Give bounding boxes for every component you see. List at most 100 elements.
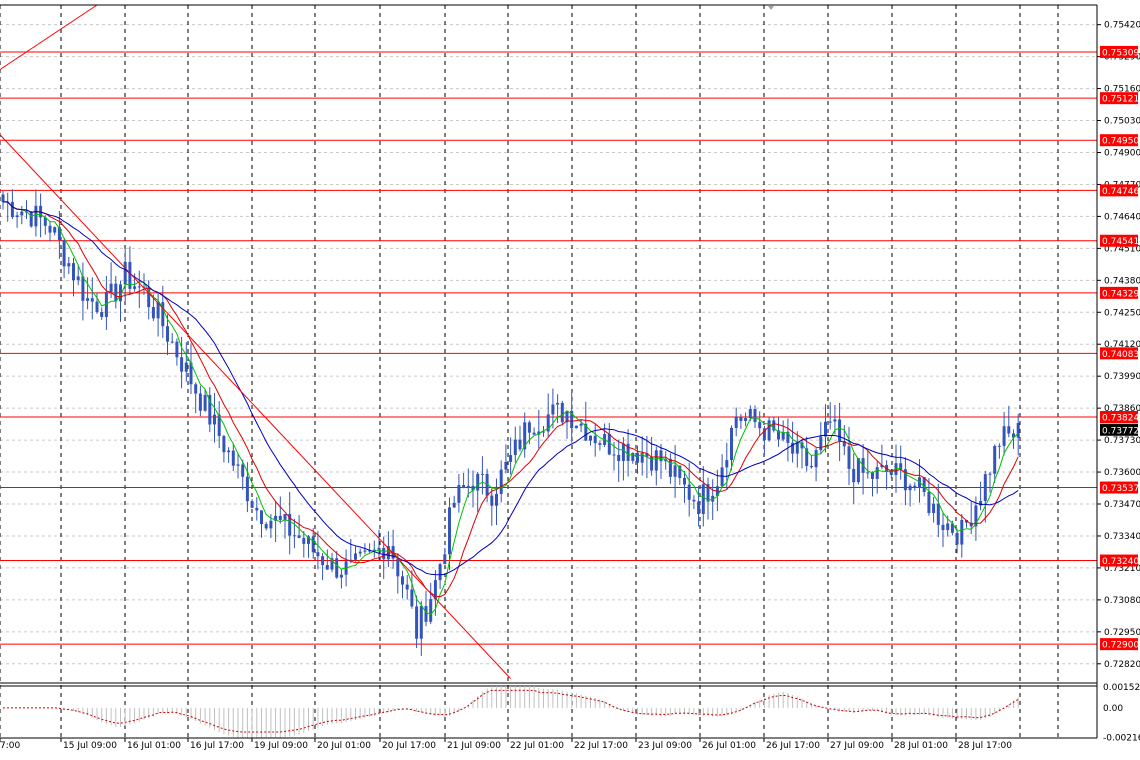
candle-body (960, 519, 964, 545)
time-tick-label: 28 Jul 17:00 (958, 741, 1012, 751)
candle-body (72, 263, 75, 281)
candle-body (269, 520, 273, 529)
price-tick-label: 0.73080 (1104, 596, 1140, 606)
chart-svg[interactable]: 0.754200.752900.751600.750300.749000.747… (0, 0, 1140, 756)
candle-body (551, 404, 555, 415)
candle-body (316, 552, 320, 557)
candle-body (617, 454, 621, 461)
candle-body (264, 524, 268, 529)
candle-body (871, 472, 874, 479)
candle-body (908, 485, 912, 491)
candle-body (598, 443, 602, 445)
candle-body (833, 419, 837, 422)
candle-body (448, 507, 451, 555)
candle-body (109, 283, 113, 292)
candle-body (15, 215, 19, 218)
candle-body (574, 425, 578, 429)
candle-body (499, 469, 503, 494)
candle-body (560, 402, 564, 423)
candle-body (636, 452, 639, 463)
time-tick-label: 28 Jul 01:00 (894, 741, 948, 751)
candle-body (556, 402, 560, 405)
chart-background (0, 0, 1140, 756)
candle-body (255, 507, 259, 511)
candle-body (621, 443, 625, 461)
candle-body (476, 473, 480, 491)
candle-body (133, 286, 137, 289)
candle-body (673, 465, 677, 477)
candle-body (730, 427, 733, 461)
osc-tick-label: 0.00 (1103, 704, 1123, 714)
level-badge-label: 0.74329 (1102, 289, 1139, 299)
candle-body (983, 474, 987, 502)
current-price-label: 0.73772 (1102, 426, 1139, 436)
time-tick-label: 20 Jul 01:00 (317, 741, 371, 751)
candle-body (490, 495, 494, 506)
candle-body (612, 454, 616, 456)
candle-body (438, 564, 442, 581)
candle-body (814, 450, 818, 468)
level-badge-label: 0.73537 (1102, 484, 1139, 494)
candle-body (734, 417, 738, 428)
candle-body (993, 445, 997, 474)
price-tick-label: 0.75030 (1104, 117, 1140, 127)
candle-body (90, 298, 94, 302)
candle-body (668, 458, 672, 477)
candle-body (631, 452, 635, 461)
candle-body (100, 311, 104, 317)
level-badge-label: 0.73240 (1102, 557, 1139, 567)
candle-body (405, 584, 409, 590)
candle-body (222, 436, 226, 453)
candle-body (170, 341, 174, 343)
candle-body (339, 574, 343, 578)
price-tick-label: 0.74250 (1104, 308, 1140, 318)
level-badge-label: 0.73824 (1102, 413, 1139, 423)
candle-body (758, 422, 762, 429)
candle-body (396, 558, 400, 577)
price-tick-label: 0.74380 (1104, 276, 1140, 286)
price-tick-label: 0.72950 (1104, 628, 1140, 638)
candle-body (48, 225, 52, 233)
candle-body (809, 465, 813, 468)
candle-body (856, 458, 860, 483)
candle-body (76, 276, 80, 281)
candle-body (532, 432, 536, 435)
candle-body (504, 461, 508, 470)
candle-body (241, 464, 245, 477)
chart-window[interactable]: 0.754200.752900.751600.750300.749000.747… (0, 0, 1140, 756)
candle-body (589, 435, 592, 441)
candle-body (67, 263, 71, 267)
candle-body (213, 414, 216, 425)
candle-body (151, 307, 155, 319)
price-tick-label: 0.73990 (1104, 372, 1140, 382)
level-badge-label: 0.75121 (1102, 95, 1139, 105)
candle-body (325, 565, 329, 570)
candle-body (579, 423, 583, 426)
candle-body (123, 261, 127, 285)
candle-body (913, 485, 917, 488)
candle-body (321, 556, 325, 566)
candle-body (847, 446, 851, 469)
candle-body (203, 394, 207, 411)
candle-body (1002, 426, 1006, 446)
candle-body (941, 524, 945, 531)
candle-body (607, 433, 611, 455)
candle-body (311, 536, 315, 553)
candle-body (838, 419, 842, 442)
time-tick-label: 16 Jul 17:00 (190, 741, 244, 751)
candle-body (137, 286, 141, 288)
candle-body (767, 420, 771, 441)
candle-body (692, 499, 696, 502)
candle-body (725, 460, 729, 468)
price-tick-label: 0.73730 (1104, 436, 1140, 446)
candle-body (997, 445, 1001, 447)
candle-body (424, 606, 428, 622)
candle-body (278, 515, 282, 520)
candle-body (462, 485, 466, 488)
candle-body (377, 547, 381, 550)
candle-body (687, 484, 691, 500)
candle-body (62, 240, 66, 267)
candle-body (955, 532, 959, 545)
candle-body (457, 485, 461, 503)
candle-body (335, 558, 339, 578)
